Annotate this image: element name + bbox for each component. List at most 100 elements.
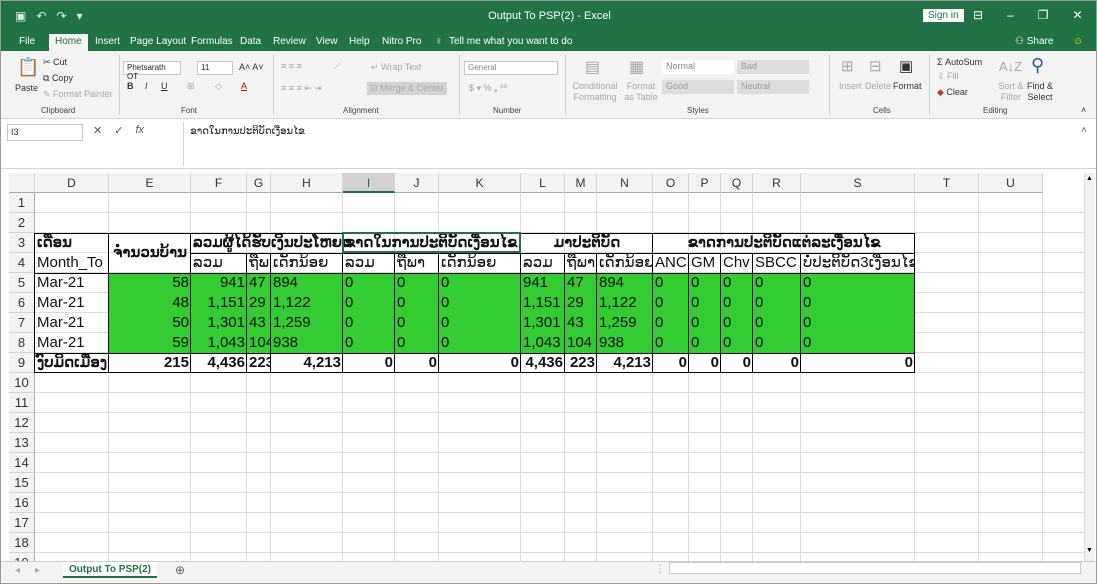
total-g[interactable]: 223 — [247, 353, 271, 373]
sort-filter-button[interactable]: Sort & Filter — [997, 81, 1025, 103]
row-header-18[interactable]: 18 — [9, 533, 35, 553]
row-header-9[interactable]: 9 — [9, 353, 35, 373]
find-magnifier-icon[interactable]: ⚲ — [1031, 55, 1044, 76]
cell-l[interactable]: 1,301 — [521, 313, 565, 333]
total-s[interactable]: 0 — [801, 353, 915, 373]
scroll-options-icon[interactable]: ⋮ — [655, 564, 665, 575]
format-painter-button[interactable]: ✎ Format Painter — [43, 89, 113, 100]
header-total[interactable]: ລວມ — [343, 253, 395, 273]
column-header-I[interactable]: I — [343, 173, 395, 193]
tab-page-layout[interactable]: Page Layout — [124, 34, 192, 49]
cell-n[interactable]: 938 — [597, 333, 653, 353]
insert-cells-icon[interactable]: ⊞ — [841, 57, 854, 75]
cell-k[interactable]: 0 — [439, 273, 521, 293]
total-p[interactable]: 0 — [689, 353, 721, 373]
cell-n[interactable]: 894 — [597, 273, 653, 293]
cell-i[interactable]: 0 — [343, 313, 395, 333]
cell-n[interactable]: 1,259 — [597, 313, 653, 333]
cell-i[interactable]: 0 — [343, 293, 395, 313]
style-bad[interactable]: Bad — [737, 60, 809, 74]
total-l[interactable]: 4,436 — [521, 353, 565, 373]
total-label[interactable]: ງົບມິດເມືອງ — [35, 353, 109, 373]
total-count[interactable]: 215 — [109, 353, 191, 373]
cell-p[interactable]: 0 — [689, 333, 721, 353]
font-name-box[interactable]: Phetsarath OT — [123, 61, 181, 81]
cell-h[interactable]: 1,259 — [271, 313, 343, 333]
row-header-1[interactable]: 1 — [9, 193, 35, 213]
scroll-up-icon[interactable]: ▲ — [1086, 175, 1093, 182]
row-header-2[interactable]: 2 — [9, 213, 35, 233]
format-as-table-button[interactable]: Format as Table — [621, 81, 661, 103]
cell-p[interactable]: 0 — [689, 293, 721, 313]
italic-icon[interactable]: I — [145, 81, 148, 91]
header-child[interactable]: ເດັກນ້ອຍ — [597, 253, 653, 273]
row-header-8[interactable]: 8 — [9, 333, 35, 353]
cell-count[interactable]: 59 — [109, 333, 191, 353]
paste-icon[interactable]: 📋 — [17, 57, 39, 78]
border-icon[interactable]: ⊞ — [187, 81, 195, 92]
select-all-corner[interactable] — [9, 173, 35, 193]
total-i[interactable]: 0 — [343, 353, 395, 373]
merge-center-button[interactable]: ⊟ Merge & Center — [367, 82, 447, 95]
header-anc[interactable]: ANC — [653, 253, 689, 273]
cell-j[interactable]: 0 — [395, 273, 439, 293]
prev-sheet-icon[interactable]: ◂ — [15, 565, 20, 576]
insert-function-icon[interactable]: fx — [135, 124, 144, 137]
cell-n[interactable]: 1,122 — [597, 293, 653, 313]
header-chv[interactable]: Chv — [721, 253, 753, 273]
tab-home[interactable]: Home — [49, 34, 88, 51]
column-header-S[interactable]: S — [801, 173, 915, 193]
total-f[interactable]: 4,436 — [191, 353, 247, 373]
currency-icon[interactable]: $ ▾ % ❟ ⁰⁰ — [469, 83, 507, 94]
cell-f[interactable]: 1,301 — [191, 313, 247, 333]
clear-button[interactable]: ◆ Clear — [937, 87, 968, 98]
tab-data[interactable]: Data — [234, 34, 267, 49]
column-header-H[interactable]: H — [271, 173, 343, 193]
row-header-3[interactable]: 3 — [9, 233, 35, 253]
header-child[interactable]: ເດັກນ້ອຍ — [439, 253, 521, 273]
orientation-icon[interactable]: ⟋ — [334, 61, 340, 72]
cell-q[interactable]: 0 — [721, 333, 753, 353]
row-header-17[interactable]: 17 — [9, 513, 35, 533]
close-icon[interactable]: ✕ — [1073, 8, 1083, 22]
column-header-L[interactable]: L — [521, 173, 565, 193]
column-header-N[interactable]: N — [597, 173, 653, 193]
cell-p[interactable]: 0 — [689, 313, 721, 333]
copy-button[interactable]: ⧉ Copy — [43, 73, 73, 84]
cell-k[interactable]: 0 — [439, 333, 521, 353]
header-total[interactable]: ລວມ — [191, 253, 247, 273]
cell-count[interactable]: 50 — [109, 313, 191, 333]
header-child[interactable]: ເດັກນ້ອຍ — [271, 253, 343, 273]
header-gm[interactable]: GM — [689, 253, 721, 273]
row-header-12[interactable]: 12 — [9, 413, 35, 433]
cell-o[interactable]: 0 — [653, 333, 689, 353]
header-household-count[interactable]: ຈຳນວນບ້ານ — [109, 233, 191, 273]
smiley-icon[interactable]: ☺ — [1067, 34, 1089, 49]
find-select-button[interactable]: Find & Select — [1025, 81, 1055, 103]
total-r[interactable]: 0 — [753, 353, 801, 373]
font-color-icon[interactable]: A — [241, 81, 247, 91]
header-female[interactable]: ຖືພາ — [247, 253, 271, 273]
cell-month[interactable]: Mar-21 — [35, 313, 109, 333]
header-missing-each[interactable]: ຂາດການປະຕິບັດແຕ່ລະເງື່ອນໄຂ — [653, 233, 915, 253]
cell-j[interactable]: 0 — [395, 333, 439, 353]
column-header-D[interactable]: D — [35, 173, 109, 193]
formula-input[interactable]: ຂາດໃນການປະຕິບັດເງື່ອນໄຂ — [183, 122, 1091, 166]
cell-h[interactable]: 894 — [271, 273, 343, 293]
cell-l[interactable]: 1,043 — [521, 333, 565, 353]
column-header-G[interactable]: G — [247, 173, 271, 193]
total-o[interactable]: 0 — [653, 353, 689, 373]
cell-s[interactable]: 0 — [801, 293, 915, 313]
bold-icon[interactable]: B — [127, 81, 134, 91]
tab-review[interactable]: Review — [267, 34, 312, 49]
horizontal-scrollbar[interactable] — [669, 562, 1081, 574]
cell-k[interactable]: 0 — [439, 293, 521, 313]
vertical-scrollbar[interactable]: ▲ ▼ — [1084, 173, 1094, 561]
cell-f[interactable]: 1,151 — [191, 293, 247, 313]
spreadsheet-grid[interactable]: D E F G H I J K L M N O P Q R S T U 1 2 3 4 5 6 7 8 9 10 11 12 13 14 15 1… — [9, 173, 1084, 561]
row-header-5[interactable]: 5 — [9, 273, 35, 293]
header-month-to[interactable]: Month_To — [35, 253, 109, 273]
cell-f[interactable]: 941 — [191, 273, 247, 293]
format-as-table-icon[interactable]: ▦ — [629, 57, 644, 77]
column-header-M[interactable]: M — [565, 173, 597, 193]
